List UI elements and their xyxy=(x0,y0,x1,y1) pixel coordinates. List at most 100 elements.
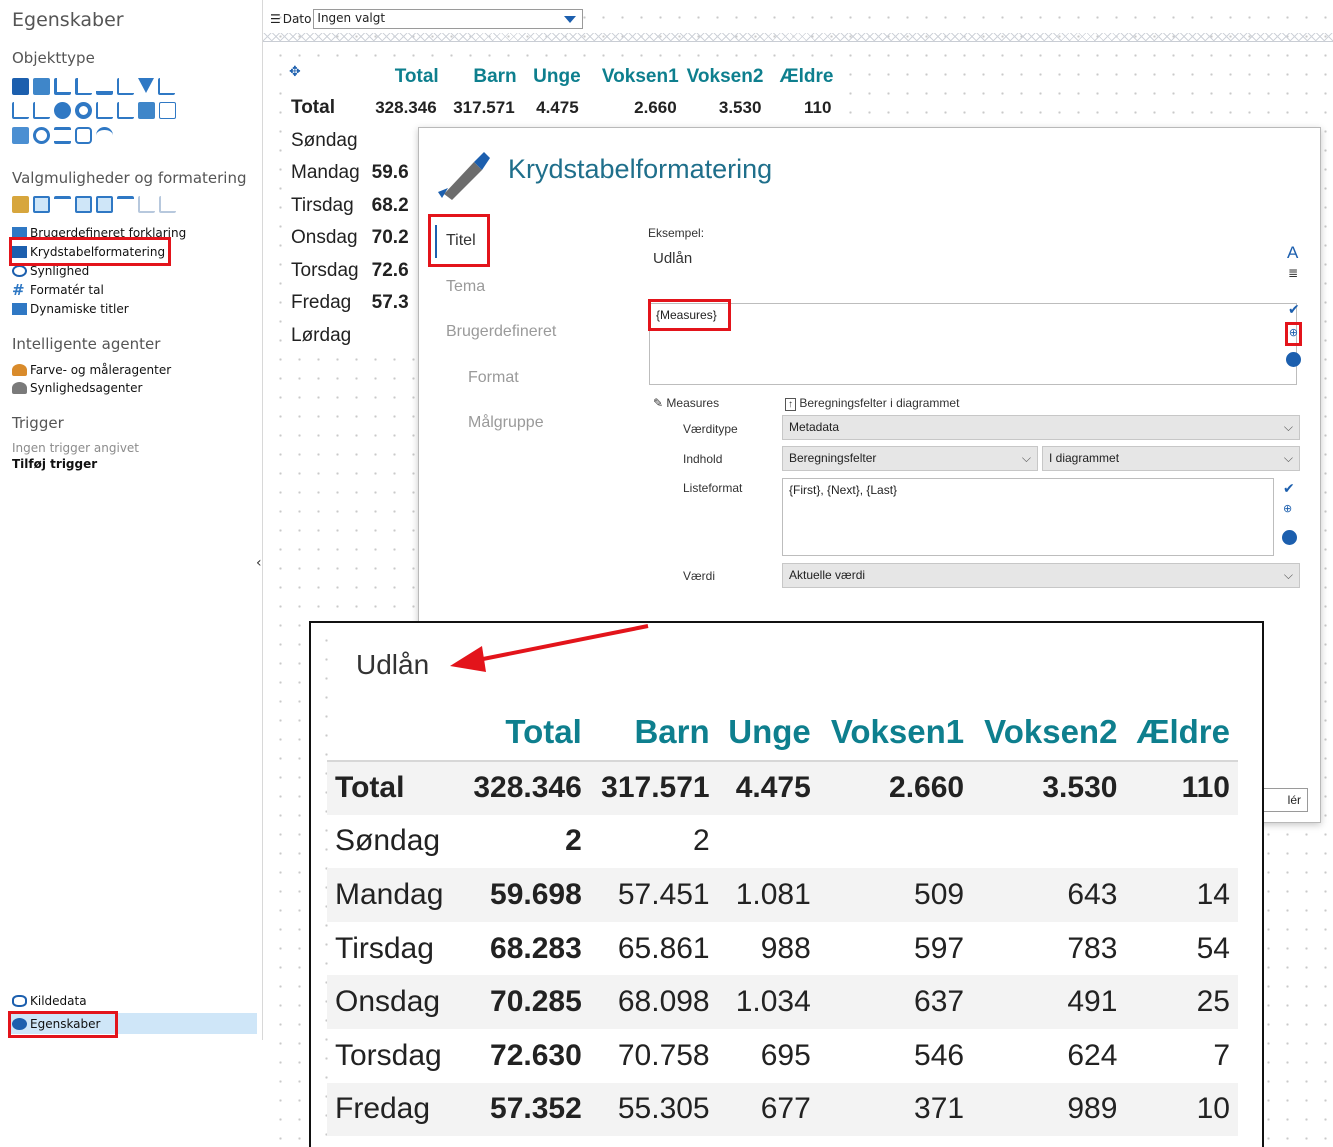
align-icon[interactable]: ≣ xyxy=(1288,266,1298,280)
funnel-icon[interactable] xyxy=(138,78,154,93)
image-icon[interactable] xyxy=(12,127,29,144)
list-check-icon[interactable]: ✔ xyxy=(1283,481,1295,497)
line-chart-icon[interactable] xyxy=(117,78,134,95)
link-format-numbers[interactable]: # Formatér tal xyxy=(12,283,104,298)
table-cell: 783 xyxy=(1067,931,1118,965)
subtotal-sum-icon[interactable] xyxy=(96,196,113,213)
dropdown-arrow-icon xyxy=(564,16,577,23)
row-label: Tirsdag xyxy=(335,931,434,965)
text-icon[interactable] xyxy=(54,127,71,144)
collapse-handle[interactable]: ‹ xyxy=(256,555,262,571)
value-label: Værdi xyxy=(683,569,716,583)
table-cell: 25 xyxy=(1125,975,1238,1029)
align-left-icon[interactable] xyxy=(33,196,50,213)
bg-row-label: Torsdag xyxy=(291,259,359,281)
traffic-light-icon[interactable] xyxy=(12,196,29,213)
bg-row-label: Total xyxy=(291,97,335,119)
calc-fields-row[interactable]: ↑ Beregningsfelter i diagrammet xyxy=(785,396,959,411)
insert-field-icon[interactable]: ⊕ xyxy=(1285,322,1302,346)
pie-chart-icon[interactable] xyxy=(54,102,71,119)
title-expression-input[interactable]: {Measures} xyxy=(649,303,1297,385)
stacked-bar-icon[interactable] xyxy=(96,78,113,95)
value-type-select[interactable]: Metadata ⌵ xyxy=(782,415,1300,440)
link-source-data[interactable]: Kildedata xyxy=(12,994,87,1008)
date-filter-select[interactable]: Ingen valgt xyxy=(313,9,584,29)
link-visibility-agents[interactable]: Synlighedsagenter xyxy=(12,381,142,395)
table-cell: 637 xyxy=(818,975,973,1029)
sort-filter-icon[interactable] xyxy=(117,196,134,213)
table-cell: 371 xyxy=(818,1082,973,1137)
table-cell: 546 xyxy=(914,1038,965,1072)
globe-icon[interactable] xyxy=(1286,352,1301,367)
scatter-icon[interactable] xyxy=(158,78,175,95)
list-globe-icon[interactable] xyxy=(1282,530,1297,545)
radar-icon[interactable] xyxy=(75,127,92,144)
combo-chart-icon[interactable] xyxy=(33,102,50,119)
bar-chart-icon[interactable] xyxy=(75,78,92,95)
gauge-icon[interactable] xyxy=(96,127,113,144)
sum-icon[interactable] xyxy=(75,196,92,213)
column-header: Unge xyxy=(717,711,819,762)
heatmap-icon[interactable] xyxy=(138,102,155,119)
waterfall-icon[interactable] xyxy=(96,102,113,119)
font-icon[interactable]: A xyxy=(1287,243,1298,263)
column-header: Total xyxy=(462,711,590,762)
tab-format[interactable]: Format xyxy=(468,369,519,387)
column-chart-icon[interactable] xyxy=(54,78,71,95)
tab-maalgruppe[interactable]: Målgruppe xyxy=(468,414,544,432)
measures-row: ✎ Measures xyxy=(653,396,720,410)
check-icon[interactable]: ✔ xyxy=(1288,302,1300,318)
crosstab-icon[interactable] xyxy=(12,78,29,95)
pareto-icon[interactable] xyxy=(117,102,134,119)
table-cell: 2 xyxy=(565,824,582,858)
eye-icon xyxy=(12,265,27,277)
area-chart-icon[interactable] xyxy=(12,102,29,119)
link-color-agents[interactable]: Farve- og måleragenter xyxy=(12,363,171,377)
zoomed-crosstab: Total Barn Unge Voksen1 Voksen2 Ældre Total 32… xyxy=(327,711,1238,1137)
table-cell: 70.758 xyxy=(617,1038,710,1072)
table-cell: 2 xyxy=(692,824,710,858)
table-row: Tirsdag 68.283 65.861 988 597 783 54 xyxy=(327,922,1238,976)
content-scope-select[interactable]: I diagrammet ⌵ xyxy=(1042,446,1300,471)
list-insert-icon[interactable]: ⊕ xyxy=(1283,502,1292,515)
table-cell xyxy=(718,815,819,869)
bg-table-row: Total 328.346 317.571 4.475 2.660 3.530 110 xyxy=(285,92,837,125)
bg-row-label: Lørdag xyxy=(291,324,352,346)
bg-cell: 328.346 xyxy=(375,98,437,118)
map-icon[interactable] xyxy=(159,102,176,119)
bg-row-label: Onsdag xyxy=(291,227,358,249)
add-trigger-link[interactable]: Tilføj trigger xyxy=(12,457,97,471)
table-cell: 695 xyxy=(760,1038,811,1072)
value-select[interactable]: Aktuelle værdi ⌵ xyxy=(782,563,1300,588)
properties-sidebar: Egenskaber Objekttype Valgmuligheder og … xyxy=(0,0,262,1040)
bg-column-header: Unge xyxy=(533,66,581,87)
dialog-title: Krydstabelformatering xyxy=(508,154,773,184)
pencil-icon[interactable]: ✎ xyxy=(653,396,663,410)
content-label: Indhold xyxy=(683,452,723,466)
chevron-down-icon: ⌵ xyxy=(1021,451,1031,465)
content-select[interactable]: Beregningsfelter ⌵ xyxy=(782,446,1038,471)
table-icon[interactable] xyxy=(33,78,50,95)
bg-cell: 2.660 xyxy=(634,98,677,118)
list-format-input[interactable]: {First}, {Next}, {Last} xyxy=(782,478,1274,556)
indent-icon[interactable] xyxy=(54,196,71,213)
table-cell: 57.451 xyxy=(589,868,718,922)
crosstab-title: Udlån xyxy=(356,649,430,680)
table-cell: 70.285 xyxy=(462,975,590,1029)
row-label: Mandag xyxy=(327,868,462,922)
tab-brugerdefineret[interactable]: Brugerdefineret xyxy=(446,323,556,341)
chevron-down-icon: ⌵ xyxy=(1283,568,1293,582)
target-icon[interactable] xyxy=(33,127,50,144)
bg-cell: 317.571 xyxy=(453,98,515,118)
list-format-label: Listeformat xyxy=(683,481,743,495)
highlight-titel-tab xyxy=(428,214,490,267)
tab-tema[interactable]: Tema xyxy=(446,278,485,296)
row-label: Søndag xyxy=(335,824,441,858)
link-visibility[interactable]: Synlighed xyxy=(12,264,89,278)
row-label: Fredag xyxy=(327,1082,462,1137)
column-header: Voksen2 xyxy=(972,711,1126,762)
table-cell: 677 xyxy=(717,1082,819,1137)
link-dynamic-titles[interactable]: Dynamiske titler xyxy=(12,302,129,316)
table-cell: 1.034 xyxy=(717,975,819,1029)
donut-chart-icon[interactable] xyxy=(75,102,92,119)
